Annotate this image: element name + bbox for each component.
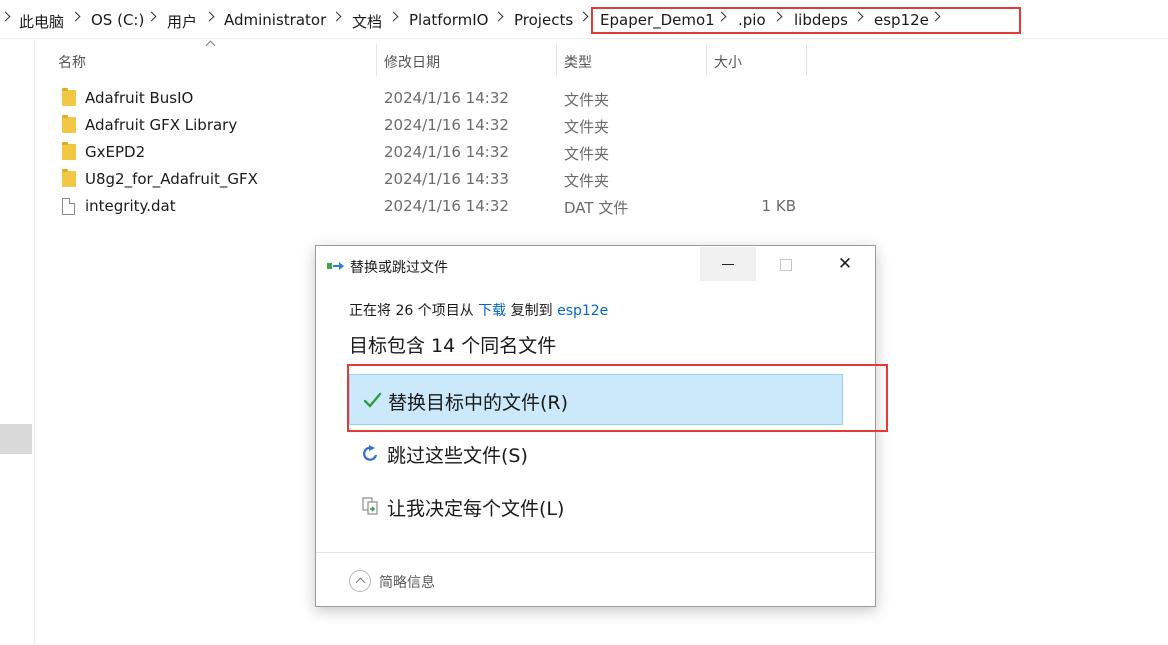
breadcrumb-highlight-box — [591, 7, 1021, 34]
file-name: Adafruit BusIO — [85, 89, 194, 107]
breadcrumb-this-pc[interactable]: 此电脑 — [19, 11, 64, 32]
skip-files-option[interactable]: 跳过这些文件(S) — [349, 428, 843, 479]
copy-progress-text: 正在将 26 个项目从 下载 复制到 esp12e — [349, 300, 608, 320]
file-name: GxEPD2 — [85, 143, 146, 161]
conflict-heading: 目标包含 14 个同名文件 — [349, 335, 557, 357]
folder-icon — [62, 169, 76, 187]
file-name: U8g2_for_Adafruit_GFX — [85, 170, 258, 188]
copy-middle: 复制到 — [506, 303, 558, 319]
sort-ascending-icon — [205, 40, 216, 51]
file-size: 1 KB — [761, 197, 796, 215]
chevron-right-icon[interactable] — [204, 11, 215, 22]
folder-icon — [62, 142, 76, 160]
breadcrumb-users[interactable]: 用户 — [167, 11, 197, 32]
decide-each-file-label: 让我决定每个文件(L) — [387, 498, 565, 520]
column-divider[interactable] — [556, 44, 557, 76]
chevron-right-icon[interactable] — [146, 11, 157, 22]
navigation-pane-selection[interactable] — [0, 424, 32, 454]
dialog-titlebar[interactable]: 替换或跳过文件 ✕ — [316, 246, 875, 284]
minimize-button[interactable] — [700, 247, 756, 281]
option-highlight-box — [347, 364, 888, 432]
file-row[interactable]: U8g2_for_Adafruit_GFX 2024/1/16 14:33 文件… — [50, 166, 810, 192]
folder-icon — [62, 115, 76, 133]
file-row[interactable]: GxEPD2 2024/1/16 14:32 文件夹 — [50, 139, 810, 165]
column-divider[interactable] — [706, 44, 707, 76]
file-type: DAT 文件 — [564, 199, 629, 217]
column-header-size[interactable]: 大小 — [714, 52, 742, 72]
copy-prefix: 正在将 26 个项目从 — [349, 303, 479, 319]
file-modified: 2024/1/16 14:32 — [384, 197, 509, 215]
skip-files-label: 跳过这些文件(S) — [387, 445, 528, 467]
collapse-details-icon[interactable] — [349, 570, 371, 592]
chevron-right-icon[interactable] — [388, 11, 399, 22]
column-divider[interactable] — [806, 44, 807, 76]
column-header-type[interactable]: 类型 — [564, 52, 592, 72]
chevron-right-icon[interactable] — [0, 11, 11, 22]
file-modified: 2024/1/16 14:32 — [384, 116, 509, 134]
breadcrumb-documents[interactable]: 文档 — [352, 11, 382, 32]
address-bar-divider — [0, 38, 1168, 39]
maximize-button[interactable] — [756, 247, 816, 281]
breadcrumb-os-c[interactable]: OS (C:) — [91, 11, 144, 29]
skip-arrow-icon — [363, 445, 378, 461]
compare-files-icon — [362, 497, 378, 515]
navigation-pane[interactable] — [0, 40, 35, 645]
source-folder-link[interactable]: 下载 — [478, 303, 506, 319]
breadcrumb-administrator[interactable]: Administrator — [224, 11, 326, 29]
column-divider[interactable] — [376, 44, 377, 76]
file-type: 文件夹 — [564, 145, 610, 163]
copy-transfer-icon — [327, 262, 344, 270]
file-type: 文件夹 — [564, 91, 610, 109]
folder-icon — [62, 88, 76, 106]
file-icon — [62, 198, 75, 215]
dialog-title: 替换或跳过文件 — [350, 260, 448, 276]
column-header-modified[interactable]: 修改日期 — [384, 52, 440, 72]
column-header-name[interactable]: 名称 — [58, 52, 86, 72]
file-modified: 2024/1/16 14:32 — [384, 143, 509, 161]
file-modified: 2024/1/16 14:32 — [384, 89, 509, 107]
file-row[interactable]: Adafruit GFX Library 2024/1/16 14:32 文件夹 — [50, 112, 810, 138]
breadcrumb-platformio[interactable]: PlatformIO — [409, 11, 489, 29]
file-name: integrity.dat — [85, 197, 176, 215]
decide-each-file-option[interactable]: 让我决定每个文件(L) — [349, 481, 843, 532]
file-name: Adafruit GFX Library — [85, 116, 238, 134]
file-type: 文件夹 — [564, 118, 610, 136]
breadcrumb-projects[interactable]: Projects — [514, 11, 573, 29]
file-modified: 2024/1/16 14:33 — [384, 170, 509, 188]
chevron-right-icon[interactable] — [331, 11, 342, 22]
file-row[interactable]: Adafruit BusIO 2024/1/16 14:32 文件夹 — [50, 85, 810, 111]
file-type: 文件夹 — [564, 172, 610, 190]
fewer-details-label[interactable]: 简略信息 — [379, 572, 435, 592]
chevron-right-icon[interactable] — [70, 11, 81, 22]
chevron-right-icon[interactable] — [493, 11, 504, 22]
chevron-right-icon[interactable] — [578, 11, 589, 22]
target-folder-link[interactable]: esp12e — [557, 303, 608, 319]
file-row[interactable]: integrity.dat 2024/1/16 14:32 DAT 文件 1 K… — [50, 193, 810, 219]
dialog-footer-divider — [316, 552, 875, 553]
close-button[interactable]: ✕ — [816, 247, 874, 281]
